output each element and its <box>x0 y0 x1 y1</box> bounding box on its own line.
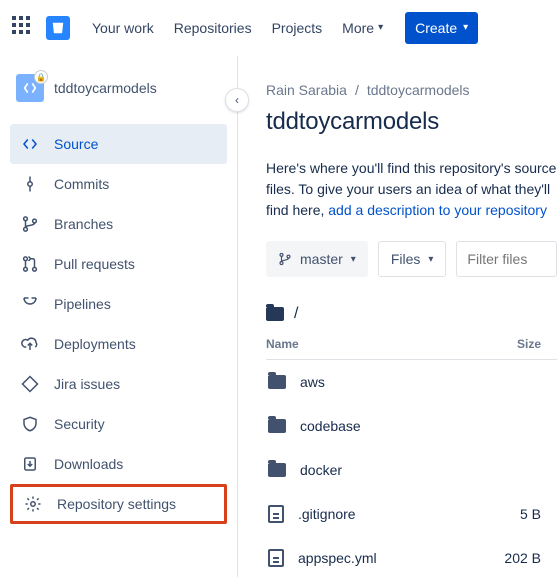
sidebar-item-pipelines[interactable]: Pipelines <box>10 284 227 324</box>
file-icon <box>268 505 284 523</box>
table-row[interactable]: codebase <box>266 404 557 448</box>
branch-icon <box>20 215 40 233</box>
sidebar-item-label: Security <box>54 416 105 432</box>
commit-icon <box>20 175 40 193</box>
chevron-down-icon: ▾ <box>428 254 433 265</box>
sidebar-item-label: Branches <box>54 216 113 232</box>
page-title: tddtoycarmodels <box>266 108 557 136</box>
folder-icon <box>266 307 284 321</box>
sidebar-item-label: Commits <box>54 176 109 192</box>
col-header-name[interactable]: Name <box>266 337 497 351</box>
filter-files-input[interactable] <box>456 241 557 277</box>
files-dropdown[interactable]: Files ▾ <box>378 241 447 277</box>
sidebar-item-source[interactable]: Source <box>10 124 227 164</box>
files-label: Files <box>391 251 421 267</box>
cloud-upload-icon <box>20 335 40 353</box>
nav-your-work[interactable]: Your work <box>84 14 162 42</box>
sidebar-item-security[interactable]: Security <box>10 404 227 444</box>
file-name: .gitignore <box>298 506 356 522</box>
breadcrumb-repo[interactable]: tddtoycarmodels <box>367 82 470 98</box>
file-table-header: Name Size <box>266 323 557 360</box>
nav-more[interactable]: More ▾ <box>334 14 391 42</box>
file-icon <box>268 549 284 567</box>
repo-avatar: 🔒 <box>16 74 44 102</box>
download-icon <box>20 455 40 473</box>
table-row[interactable]: aws <box>266 360 557 404</box>
folder-icon <box>268 375 286 389</box>
main-content: Rain Sarabia / tddtoycarmodels tddtoycar… <box>238 56 557 577</box>
sidebar-item-label: Source <box>54 136 98 152</box>
chevron-down-icon: ▾ <box>351 254 356 265</box>
branch-icon <box>278 252 292 266</box>
file-name: codebase <box>300 418 361 434</box>
shield-icon <box>20 415 40 433</box>
folder-icon <box>268 463 286 477</box>
table-row[interactable]: .gitignore 5 B <box>266 492 557 536</box>
sidebar-item-pull-requests[interactable]: Pull requests <box>10 244 227 284</box>
table-row[interactable]: appspec.yml 202 B <box>266 536 557 577</box>
bitbucket-logo-icon[interactable] <box>46 16 70 40</box>
add-description-link[interactable]: add a description to your repository <box>328 202 547 218</box>
sidebar-item-branches[interactable]: Branches <box>10 204 227 244</box>
sidebar-collapse-button[interactable]: ‹ <box>225 88 249 112</box>
branch-selector[interactable]: master ▾ <box>266 241 368 277</box>
path-root: / <box>294 305 298 323</box>
top-nav: Your work Repositories Projects More ▾ C… <box>0 0 557 56</box>
col-header-size[interactable]: Size <box>497 337 557 351</box>
app-switcher-icon[interactable] <box>12 16 36 40</box>
file-name: docker <box>300 462 342 478</box>
repo-intro: Here's where you'll find this repository… <box>266 158 557 221</box>
breadcrumb: Rain Sarabia / tddtoycarmodels <box>266 82 557 98</box>
sidebar-item-label: Pipelines <box>54 296 111 312</box>
sidebar-item-label: Jira issues <box>54 376 120 392</box>
pipelines-icon <box>20 295 40 313</box>
chevron-down-icon: ▾ <box>463 22 468 33</box>
lock-icon: 🔒 <box>34 70 48 84</box>
pull-request-icon <box>20 255 40 273</box>
sidebar-item-jira-issues[interactable]: Jira issues <box>10 364 227 404</box>
sidebar-repo-name: tddtoycarmodels <box>54 80 157 96</box>
table-row[interactable]: docker <box>266 448 557 492</box>
sidebar-item-label: Downloads <box>54 456 123 472</box>
breadcrumb-sep: / <box>355 82 359 98</box>
sidebar-item-commits[interactable]: Commits <box>10 164 227 204</box>
sidebar-item-downloads[interactable]: Downloads <box>10 444 227 484</box>
nav-repositories[interactable]: Repositories <box>166 14 260 42</box>
path-row: / <box>266 305 557 323</box>
sidebar: ‹ 🔒 tddtoycarmodels Source Commits Branc… <box>0 56 238 577</box>
nav-projects[interactable]: Projects <box>264 14 331 42</box>
sidebar-item-label: Pull requests <box>54 256 135 272</box>
sidebar-item-repository-settings[interactable]: Repository settings <box>10 484 227 524</box>
file-name: aws <box>300 374 325 390</box>
sidebar-item-deployments[interactable]: Deployments <box>10 324 227 364</box>
file-size: 5 B <box>497 506 557 522</box>
create-button-label: Create <box>415 20 457 36</box>
jira-icon <box>20 375 40 393</box>
file-name: appspec.yml <box>298 550 377 566</box>
create-button[interactable]: Create ▾ <box>405 12 478 44</box>
file-size: 202 B <box>497 550 557 566</box>
code-icon <box>20 135 40 153</box>
sidebar-item-label: Deployments <box>54 336 136 352</box>
gear-icon <box>23 495 43 513</box>
branch-name: master <box>300 251 343 267</box>
breadcrumb-owner[interactable]: Rain Sarabia <box>266 82 347 98</box>
sidebar-item-label: Repository settings <box>57 496 176 512</box>
sidebar-repo-header[interactable]: 🔒 tddtoycarmodels <box>10 74 227 124</box>
nav-more-label: More <box>342 20 374 36</box>
folder-icon <box>268 419 286 433</box>
chevron-down-icon: ▾ <box>378 22 383 33</box>
